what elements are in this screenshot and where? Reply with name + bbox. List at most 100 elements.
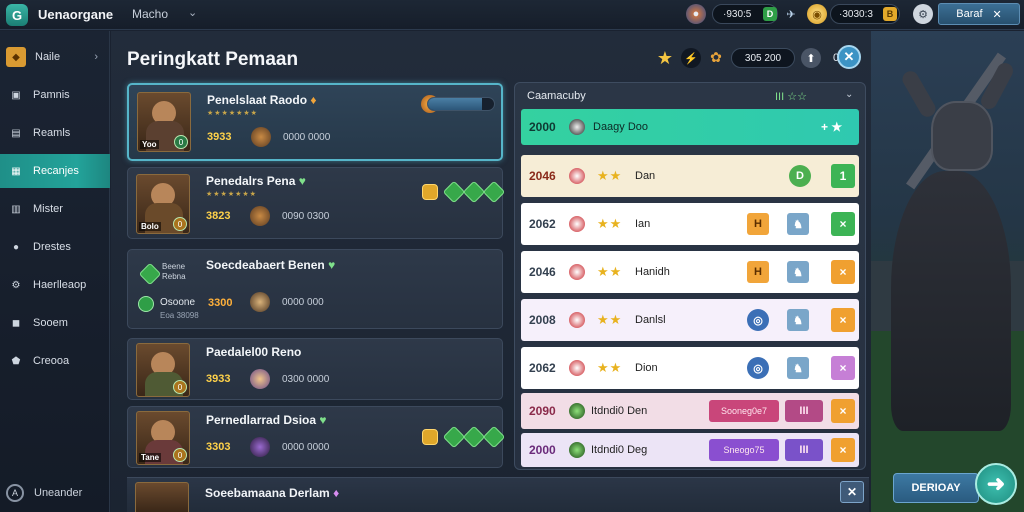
arrow-right-icon[interactable]: ➜: [975, 463, 1017, 505]
sidebar-item-0[interactable]: ◆ Naile ›: [0, 40, 110, 74]
chevron-down-icon[interactable]: ⌄: [845, 89, 853, 100]
player-name: Soeebamaana Derlam ♦: [205, 486, 340, 500]
ranking-row[interactable]: 2062 ★★ Ian H ♞ ×: [521, 203, 859, 245]
sidebar-item-icon: ⬟: [11, 355, 21, 367]
player-stat: 0090 0300: [282, 211, 330, 222]
ranking-panel: Caamacuby III ☆☆ ⌄ 2000 Daagy Doo + ★ 20…: [514, 82, 866, 470]
sidebar-item-1[interactable]: ▣ Pamnis: [0, 78, 110, 112]
player-avatar: [135, 482, 189, 512]
player-level: 0: [173, 217, 187, 231]
sidebar-item-label: Reamls: [33, 127, 71, 139]
resource-pill-2: ·3030:3 B: [830, 4, 900, 24]
top-action-button[interactable]: Baraf ✕: [938, 3, 1020, 25]
ranking-row[interactable]: 2090 Itdndi0 Den Sooneg0e7 III ×: [521, 393, 859, 429]
player-card[interactable]: Beene Rebna Soecdeabaert Benen ♥ Osoone …: [127, 249, 503, 329]
ranking-name: Hanidh: [635, 266, 670, 278]
orb-icon: [250, 369, 270, 389]
shield-icon: ◎: [747, 309, 769, 331]
player-card-partial[interactable]: Soeebamaana Derlam ♦ ✕: [127, 477, 869, 512]
player-level: 0: [174, 135, 188, 149]
ranking-row[interactable]: 2008 ★★ Danlsl ◎ ♞ ×: [521, 299, 859, 341]
player-name: Penelslaat Raodo ♦: [207, 93, 317, 107]
player-avatar: 0: [136, 343, 190, 397]
close-icon[interactable]: ✕: [840, 481, 864, 503]
sidebar-item-5[interactable]: ● Drestes: [0, 230, 110, 264]
close-panel-button[interactable]: ✕: [837, 45, 861, 69]
sidebar-footer-label: Uneander: [34, 487, 83, 499]
stars-icon: ★★: [597, 216, 623, 231]
plane-icon[interactable]: ✈: [781, 4, 801, 24]
sidebar-item-label: Haerlleaop: [33, 279, 87, 291]
rank-action-button[interactable]: ×: [831, 438, 855, 462]
ranking-row[interactable]: 2000 Daagy Doo + ★: [521, 109, 859, 145]
ranking-row[interactable]: 2062 ★★ Dion ◎ ♞ ×: [521, 347, 859, 389]
player-card[interactable]: Tane 0 Pernedlarrad Dsioa ♥ 3303 0000 00…: [127, 406, 506, 468]
deploy-button[interactable]: DERIOAY: [893, 473, 979, 503]
player-card[interactable]: 0 Paedalel00 Reno 3933 0300 0000: [127, 338, 503, 400]
ranking-score: 2046: [529, 265, 556, 279]
player-tag: Yoo: [140, 140, 159, 149]
sidebar-item-4[interactable]: ▥ Mister: [0, 192, 110, 226]
ranking-score: 2046: [529, 169, 556, 183]
helmet-icon: H: [747, 213, 769, 235]
horse-icon: ♞: [787, 309, 809, 331]
player-avatar: Yoo 0: [137, 92, 191, 152]
sidebar-item-icon: ◼: [11, 317, 21, 329]
sidebar-item-icon: ▦: [11, 165, 21, 177]
app-subtitle[interactable]: Macho: [132, 7, 168, 21]
sidebar-item-3-active[interactable]: ▦ Recanjes: [0, 154, 110, 188]
sidebar-item-6[interactable]: ⚙ Haerlleaop: [0, 268, 110, 302]
sidebar-footer[interactable]: A Uneander: [6, 484, 82, 502]
resource-2-icon: B: [883, 7, 897, 21]
player-score: 3300: [208, 297, 233, 309]
ball-icon: [569, 119, 585, 135]
rank-action-button[interactable]: ×: [831, 356, 855, 380]
sidebar-item-label: Mister: [33, 203, 63, 215]
gem-icon: [462, 425, 486, 449]
ranking-score: 2062: [529, 361, 556, 375]
player-tag: Bolo: [139, 222, 161, 231]
rank-tier: III: [785, 439, 823, 461]
stars-icon: ★★: [597, 168, 623, 183]
player-name: Pernedlarrad Dsioa ♥: [206, 413, 327, 427]
ranking-row[interactable]: 2046 ★★ Dan D 1: [521, 155, 859, 197]
favorite-star-icon[interactable]: + ★: [821, 120, 842, 134]
header-resources: ★ ⚡ ✿ 305 200 ⬆ 0: [655, 45, 839, 71]
stars-icon: ★★: [597, 312, 623, 327]
sidebar-item-2[interactable]: ▤ Reamls: [0, 116, 110, 150]
ranking-filter-label[interactable]: III ☆☆: [775, 90, 807, 103]
helmet-icon: H: [747, 261, 769, 283]
rank-action-button[interactable]: ×: [831, 399, 855, 423]
sidebar-item-7[interactable]: ◼ Sooem: [0, 306, 110, 340]
rank-action-button[interactable]: ×: [831, 212, 855, 236]
settings-gear-icon[interactable]: ⚙: [913, 4, 933, 24]
rank-action-button[interactable]: ×: [831, 308, 855, 332]
app-logo-icon[interactable]: G: [6, 4, 28, 26]
sidebar-item-icon: ●: [12, 241, 20, 253]
player-card[interactable]: Yoo 0 Penelslaat Raodo ♦ ★★★★★★★ 3933 00…: [127, 83, 503, 161]
player-card[interactable]: Bolo 0 Penedalrs Pena ♥ ★★★★★★★ 3823 009…: [127, 167, 506, 239]
chevron-down-icon[interactable]: ⌄: [188, 6, 197, 19]
rank-action-button[interactable]: 1: [831, 164, 855, 188]
rank-action-button[interactable]: ×: [831, 260, 855, 284]
globe-icon[interactable]: ●: [686, 4, 706, 24]
player-name: Paedalel00 Reno: [206, 345, 302, 359]
player-progress-bar: [427, 97, 495, 111]
close-icon[interactable]: ✕: [993, 8, 1002, 21]
player-score: 3303: [206, 441, 231, 453]
ball-icon: [569, 264, 585, 280]
gem-icon: [482, 425, 506, 449]
player-stars: ★★★★★★★: [206, 191, 257, 198]
sidebar-item-8[interactable]: ⬟ Creooa: [0, 344, 110, 378]
shield-icon: ◎: [747, 357, 769, 379]
hero-artwork: [871, 31, 1024, 512]
horse-icon: ♞: [787, 213, 809, 235]
resource-1-icon: D: [763, 7, 777, 21]
ranking-row[interactable]: 2046 ★★ Hanidh H ♞ ×: [521, 251, 859, 293]
chevron-right-icon[interactable]: ›: [94, 51, 98, 63]
gem-icon: [138, 262, 162, 286]
arrow-up-icon[interactable]: ⬆: [801, 48, 821, 68]
ranking-row[interactable]: 2000 Itdndi0 Deg Sneogo75 III ×: [521, 433, 859, 467]
player-name: Soecdeabaert Benen ♥: [206, 258, 336, 272]
rank-badge: Sneogo75: [709, 439, 779, 461]
